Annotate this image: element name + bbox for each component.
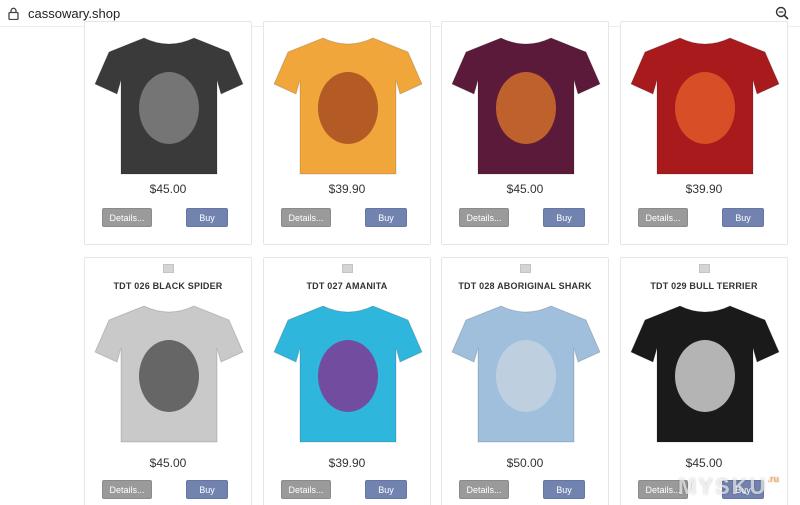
image-placeholder-icon (162, 264, 174, 273)
product-card[interactable]: $45.00 Details... Buy (84, 21, 252, 245)
image-placeholder-icon (698, 264, 710, 273)
lock-icon (6, 6, 20, 20)
product-title[interactable]: TDT 026 BLACK SPIDER (85, 281, 251, 291)
product-card[interactable]: TDT 028 ABORIGINAL SHARK $50.00 Details.… (441, 257, 609, 505)
details-button[interactable]: Details... (459, 208, 509, 227)
product-card[interactable]: $45.00 Details... Buy (441, 21, 609, 245)
product-price: $39.90 (328, 456, 366, 470)
buy-button[interactable]: Buy (543, 480, 585, 499)
product-price: $45.00 (149, 182, 187, 196)
product-card[interactable]: $39.90 Details... Buy (620, 21, 788, 245)
buy-button[interactable]: Buy (186, 480, 228, 499)
product-price: $39.90 (685, 182, 723, 196)
product-title[interactable]: TDT 029 BULL TERRIER (621, 281, 787, 291)
details-button[interactable]: Details... (459, 480, 509, 499)
product-card[interactable]: $39.90 Details... Buy (263, 21, 431, 245)
product-card[interactable]: TDT 027 AMANITA $39.90 Details... Buy (263, 257, 431, 505)
buy-button[interactable]: Buy (722, 208, 764, 227)
product-price: $39.90 (328, 182, 366, 196)
site-watermark: MYSKU.ru (678, 474, 779, 499)
buy-button[interactable]: Buy (543, 208, 585, 227)
buy-button[interactable]: Buy (365, 208, 407, 227)
product-price: $45.00 (685, 456, 723, 470)
tshirt-image[interactable] (446, 28, 606, 178)
buy-button[interactable]: Buy (186, 208, 228, 227)
product-card[interactable]: TDT 026 BLACK SPIDER $45.00 Details... B… (84, 257, 252, 505)
tshirt-image[interactable] (446, 296, 606, 446)
tshirt-image[interactable] (625, 296, 785, 446)
details-button[interactable]: Details... (281, 480, 331, 499)
image-placeholder-icon (341, 264, 353, 273)
product-title[interactable]: TDT 028 ABORIGINAL SHARK (442, 281, 608, 291)
tshirt-image[interactable] (268, 28, 428, 178)
tshirt-image[interactable] (268, 296, 428, 446)
product-grid: $45.00 Details... Buy $39.90 Details... … (0, 21, 800, 505)
product-card[interactable]: TDT 029 BULL TERRIER $45.00 Details... B… (620, 257, 788, 505)
product-title[interactable]: TDT 027 AMANITA (264, 281, 430, 291)
details-button[interactable]: Details... (102, 480, 152, 499)
tshirt-image[interactable] (89, 28, 249, 178)
product-price: $45.00 (506, 182, 544, 196)
zoom-icon[interactable] (774, 5, 790, 21)
buy-button[interactable]: Buy (365, 480, 407, 499)
tshirt-image[interactable] (625, 28, 785, 178)
url-text[interactable]: cassowary.shop (28, 6, 774, 21)
tshirt-image[interactable] (89, 296, 249, 446)
details-button[interactable]: Details... (638, 208, 688, 227)
details-button[interactable]: Details... (281, 208, 331, 227)
product-price: $45.00 (149, 456, 187, 470)
product-price: $50.00 (506, 456, 544, 470)
details-button[interactable]: Details... (102, 208, 152, 227)
image-placeholder-icon (519, 264, 531, 273)
